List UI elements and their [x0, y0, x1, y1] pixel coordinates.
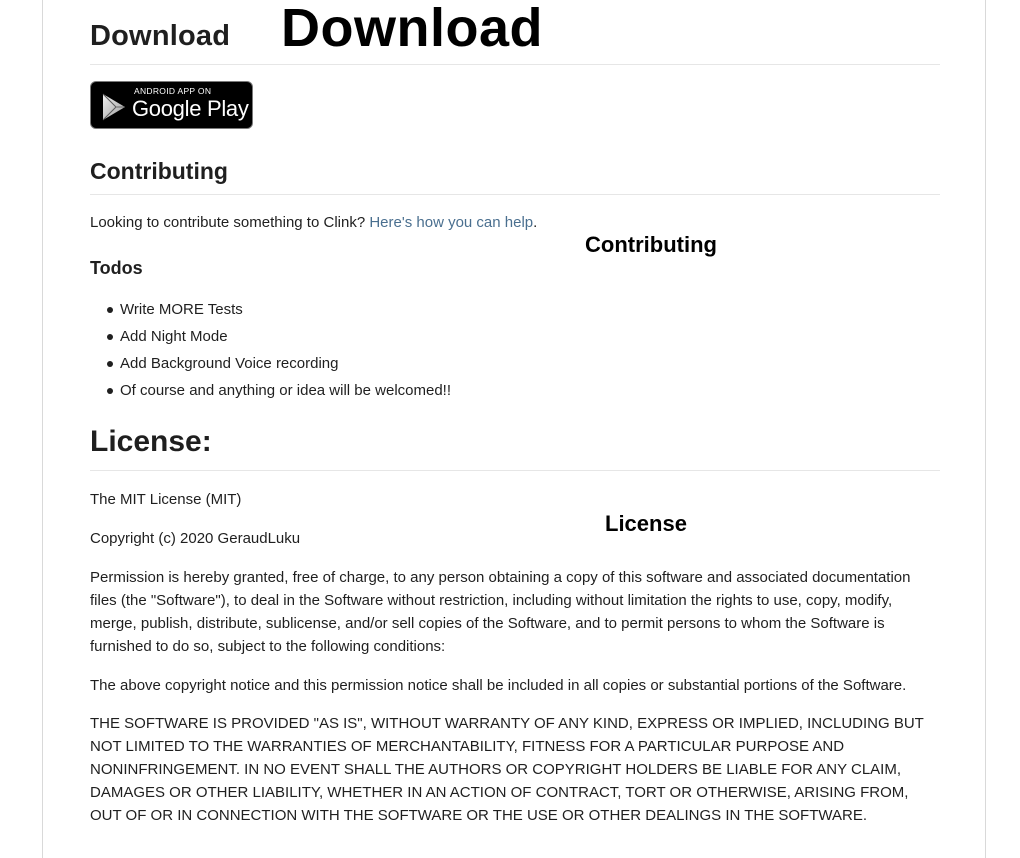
list-item: Add Night Mode [106, 323, 451, 350]
todos-list: Write MORE Tests Add Night Mode Add Back… [90, 296, 451, 404]
contributing-divider [90, 194, 940, 195]
download-divider [90, 64, 940, 65]
license-notice: The above copyright notice and this perm… [90, 677, 907, 694]
license-warranty: THE SOFTWARE IS PROVIDED "AS IS", WITHOU… [90, 715, 924, 824]
license-heading: License: [90, 425, 212, 458]
annotation-download-label: Download [281, 0, 543, 58]
license-permission: Permission is hereby granted, free of ch… [90, 569, 911, 655]
list-item: Write MORE Tests [106, 296, 451, 323]
contributing-text-end: . [533, 214, 538, 231]
contribute-help-link[interactable]: Here's how you can help [369, 214, 533, 231]
list-item: Of course and anything or idea will be w… [106, 377, 451, 404]
badge-small-text: ANDROID APP ON [134, 86, 212, 96]
todos-heading: Todos [90, 258, 143, 278]
contributing-paragraph: Looking to contribute something to Clink… [90, 211, 940, 234]
google-play-icon [102, 93, 125, 121]
contributing-heading: Contributing [90, 158, 228, 184]
license-divider [90, 470, 940, 471]
annotation-contributing-label: Contributing [585, 232, 717, 257]
download-heading: Download [90, 20, 231, 52]
license-copyright: Copyright (c) 2020 GeraudLuku [90, 530, 301, 547]
google-play-badge-button[interactable]: ANDROID APP ON Google Play [90, 81, 253, 129]
contributing-text: Looking to contribute something to Clink… [90, 214, 370, 231]
badge-big-text: Google Play [132, 96, 249, 121]
license-name: The MIT License (MIT) [90, 491, 242, 508]
list-item: Add Background Voice recording [106, 350, 451, 377]
